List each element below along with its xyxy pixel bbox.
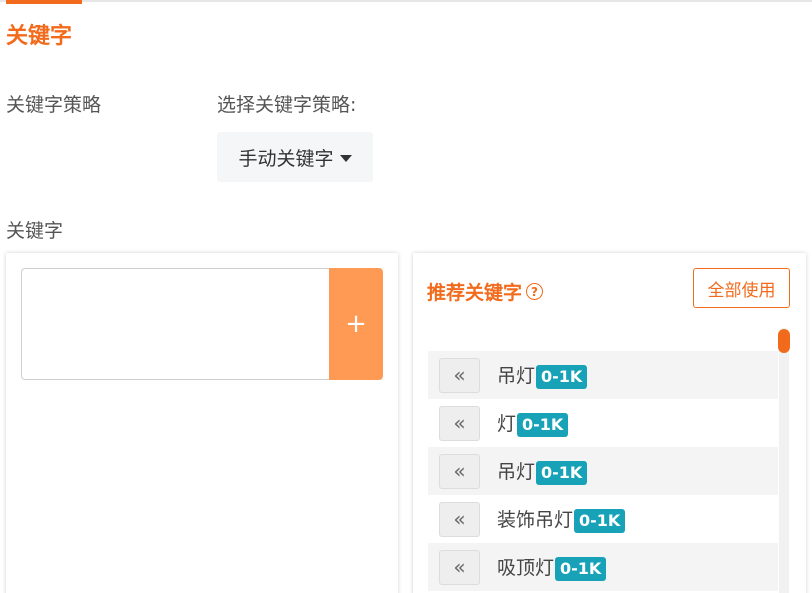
list-item: « 吊灯 0-1K	[428, 447, 778, 495]
keyword-input-panel: +	[6, 253, 398, 593]
recommended-keywords-panel: 推荐关键字 ? 全部使用 « 吊灯 0-1K « 灯 0-1K « 吊灯 0-1K «…	[413, 253, 806, 593]
double-chevron-left-icon: «	[453, 507, 466, 531]
recommended-title-text: 推荐关键字	[427, 282, 523, 304]
add-keyword-button[interactable]: +	[329, 268, 383, 380]
use-keyword-button[interactable]: «	[439, 453, 480, 489]
keyword-text: 吊灯 0-1K	[497, 361, 588, 389]
use-keyword-button[interactable]: «	[439, 357, 480, 393]
tab-keywords[interactable]: 关键字	[6, 18, 72, 50]
keyword-text: 灯 0-1K	[497, 409, 569, 437]
scrollbar-track[interactable]	[779, 328, 789, 593]
strategy-dropdown-value: 手动关键字	[238, 147, 334, 170]
list-item: « 灯 0-1K	[428, 399, 778, 447]
double-chevron-left-icon: «	[453, 363, 466, 387]
select-strategy-label: 选择关键字策略:	[217, 94, 357, 116]
double-chevron-left-icon: «	[453, 555, 466, 579]
use-keyword-button[interactable]: «	[439, 405, 480, 441]
volume-badge: 0-1K	[574, 509, 626, 533]
recommended-title: 推荐关键字 ?	[427, 278, 544, 305]
scrollbar-thumb[interactable]	[778, 329, 790, 353]
keyword-text: 装饰吊灯 0-1K	[497, 505, 626, 533]
top-divider	[0, 0, 812, 2]
keyword-text: 吊灯 0-1K	[497, 457, 588, 485]
volume-badge: 0-1K	[536, 365, 588, 389]
strategy-label: 关键字策略	[6, 94, 102, 116]
use-all-button[interactable]: 全部使用	[693, 268, 790, 308]
help-icon[interactable]: ?	[526, 283, 544, 300]
keywords-label: 关键字	[6, 220, 64, 242]
keyword-text: 吸顶灯 0-1K	[497, 553, 607, 581]
use-keyword-button[interactable]: «	[439, 501, 480, 537]
keyword-input[interactable]	[21, 268, 331, 380]
list-item: « 吊灯 0-1K	[428, 351, 778, 399]
volume-badge: 0-1K	[517, 413, 569, 437]
use-keyword-button[interactable]: «	[439, 549, 480, 585]
list-item: « 吸顶灯 0-1K	[428, 543, 778, 591]
strategy-dropdown[interactable]: 手动关键字	[217, 132, 373, 182]
list-item: « 装饰吊灯 0-1K	[428, 495, 778, 543]
recommended-keyword-list: « 吊灯 0-1K « 灯 0-1K « 吊灯 0-1K « 装饰吊灯 0-1K « 吸…	[428, 351, 778, 591]
double-chevron-left-icon: «	[453, 411, 466, 435]
double-chevron-left-icon: «	[453, 459, 466, 483]
volume-badge: 0-1K	[555, 557, 607, 581]
volume-badge: 0-1K	[536, 461, 588, 485]
tab-active-indicator	[6, 0, 82, 4]
caret-down-icon	[339, 154, 352, 162]
